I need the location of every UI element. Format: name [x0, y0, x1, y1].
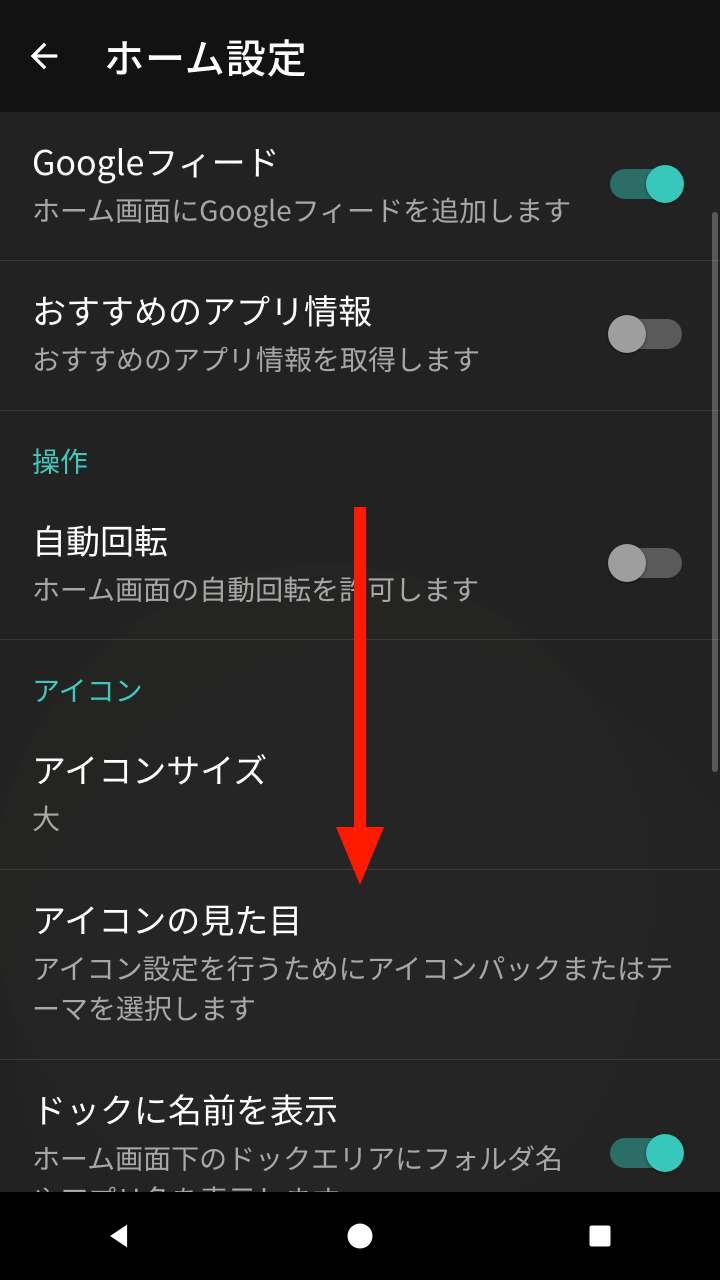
navigation-bar — [0, 1192, 720, 1280]
toggle-recommended-apps[interactable] — [610, 319, 682, 349]
setting-subtitle: おすすめのアプリ情報を取得します — [32, 339, 590, 380]
setting-title: 自動回転 — [32, 517, 590, 563]
setting-subtitle: アイコン設定を行うためにアイコンパックまたはテーマを選択します — [32, 948, 688, 1029]
toggle-dock-name[interactable] — [610, 1138, 682, 1168]
toggle-autorotate[interactable] — [610, 548, 682, 578]
setting-subtitle: ホーム画面にGoogleフィードを追加します — [32, 190, 590, 231]
setting-icon-size[interactable]: アイコンサイズ 大 — [0, 720, 720, 869]
setting-title: アイコンサイズ — [32, 746, 688, 792]
nav-back-button[interactable] — [70, 1206, 170, 1266]
triangle-back-icon — [103, 1219, 137, 1253]
nav-home-button[interactable] — [310, 1206, 410, 1266]
setting-recommended-apps[interactable]: おすすめのアプリ情報 おすすめのアプリ情報を取得します — [0, 261, 720, 410]
section-header-operation: 操作 — [0, 411, 720, 491]
setting-title: おすすめのアプリ情報 — [32, 287, 590, 333]
setting-dock-name[interactable]: ドックに名前を表示 ホーム画面下のドックエリアにフォルダ名やアプリ名を表示します — [0, 1060, 720, 1192]
toggle-google-feed[interactable] — [610, 169, 682, 199]
arrow-back-icon — [24, 36, 64, 76]
scrollbar[interactable] — [712, 212, 718, 772]
setting-autorotate[interactable]: 自動回転 ホーム画面の自動回転を許可します — [0, 491, 720, 640]
settings-list[interactable]: Googleフィード ホーム画面にGoogleフィードを追加します おすすめのア… — [0, 112, 720, 1192]
setting-title: Googleフィード — [32, 138, 590, 184]
setting-subtitle: ホーム画面下のドックエリアにフォルダ名やアプリ名を表示します — [32, 1138, 590, 1192]
section-header-icon: アイコン — [0, 640, 720, 720]
circle-home-icon — [345, 1221, 375, 1251]
back-button[interactable] — [20, 32, 68, 80]
setting-title: アイコンの見た目 — [32, 896, 688, 942]
setting-title: ドックに名前を表示 — [32, 1086, 590, 1132]
nav-recent-button[interactable] — [550, 1206, 650, 1266]
page-title: ホーム設定 — [104, 27, 308, 85]
square-recent-icon — [586, 1222, 614, 1250]
setting-subtitle: ホーム画面の自動回転を許可します — [32, 569, 590, 610]
app-bar: ホーム設定 — [0, 0, 720, 112]
setting-value: 大 — [32, 798, 688, 839]
setting-google-feed[interactable]: Googleフィード ホーム画面にGoogleフィードを追加します — [0, 112, 720, 261]
setting-icon-look[interactable]: アイコンの見た目 アイコン設定を行うためにアイコンパックまたはテーマを選択します — [0, 870, 720, 1060]
